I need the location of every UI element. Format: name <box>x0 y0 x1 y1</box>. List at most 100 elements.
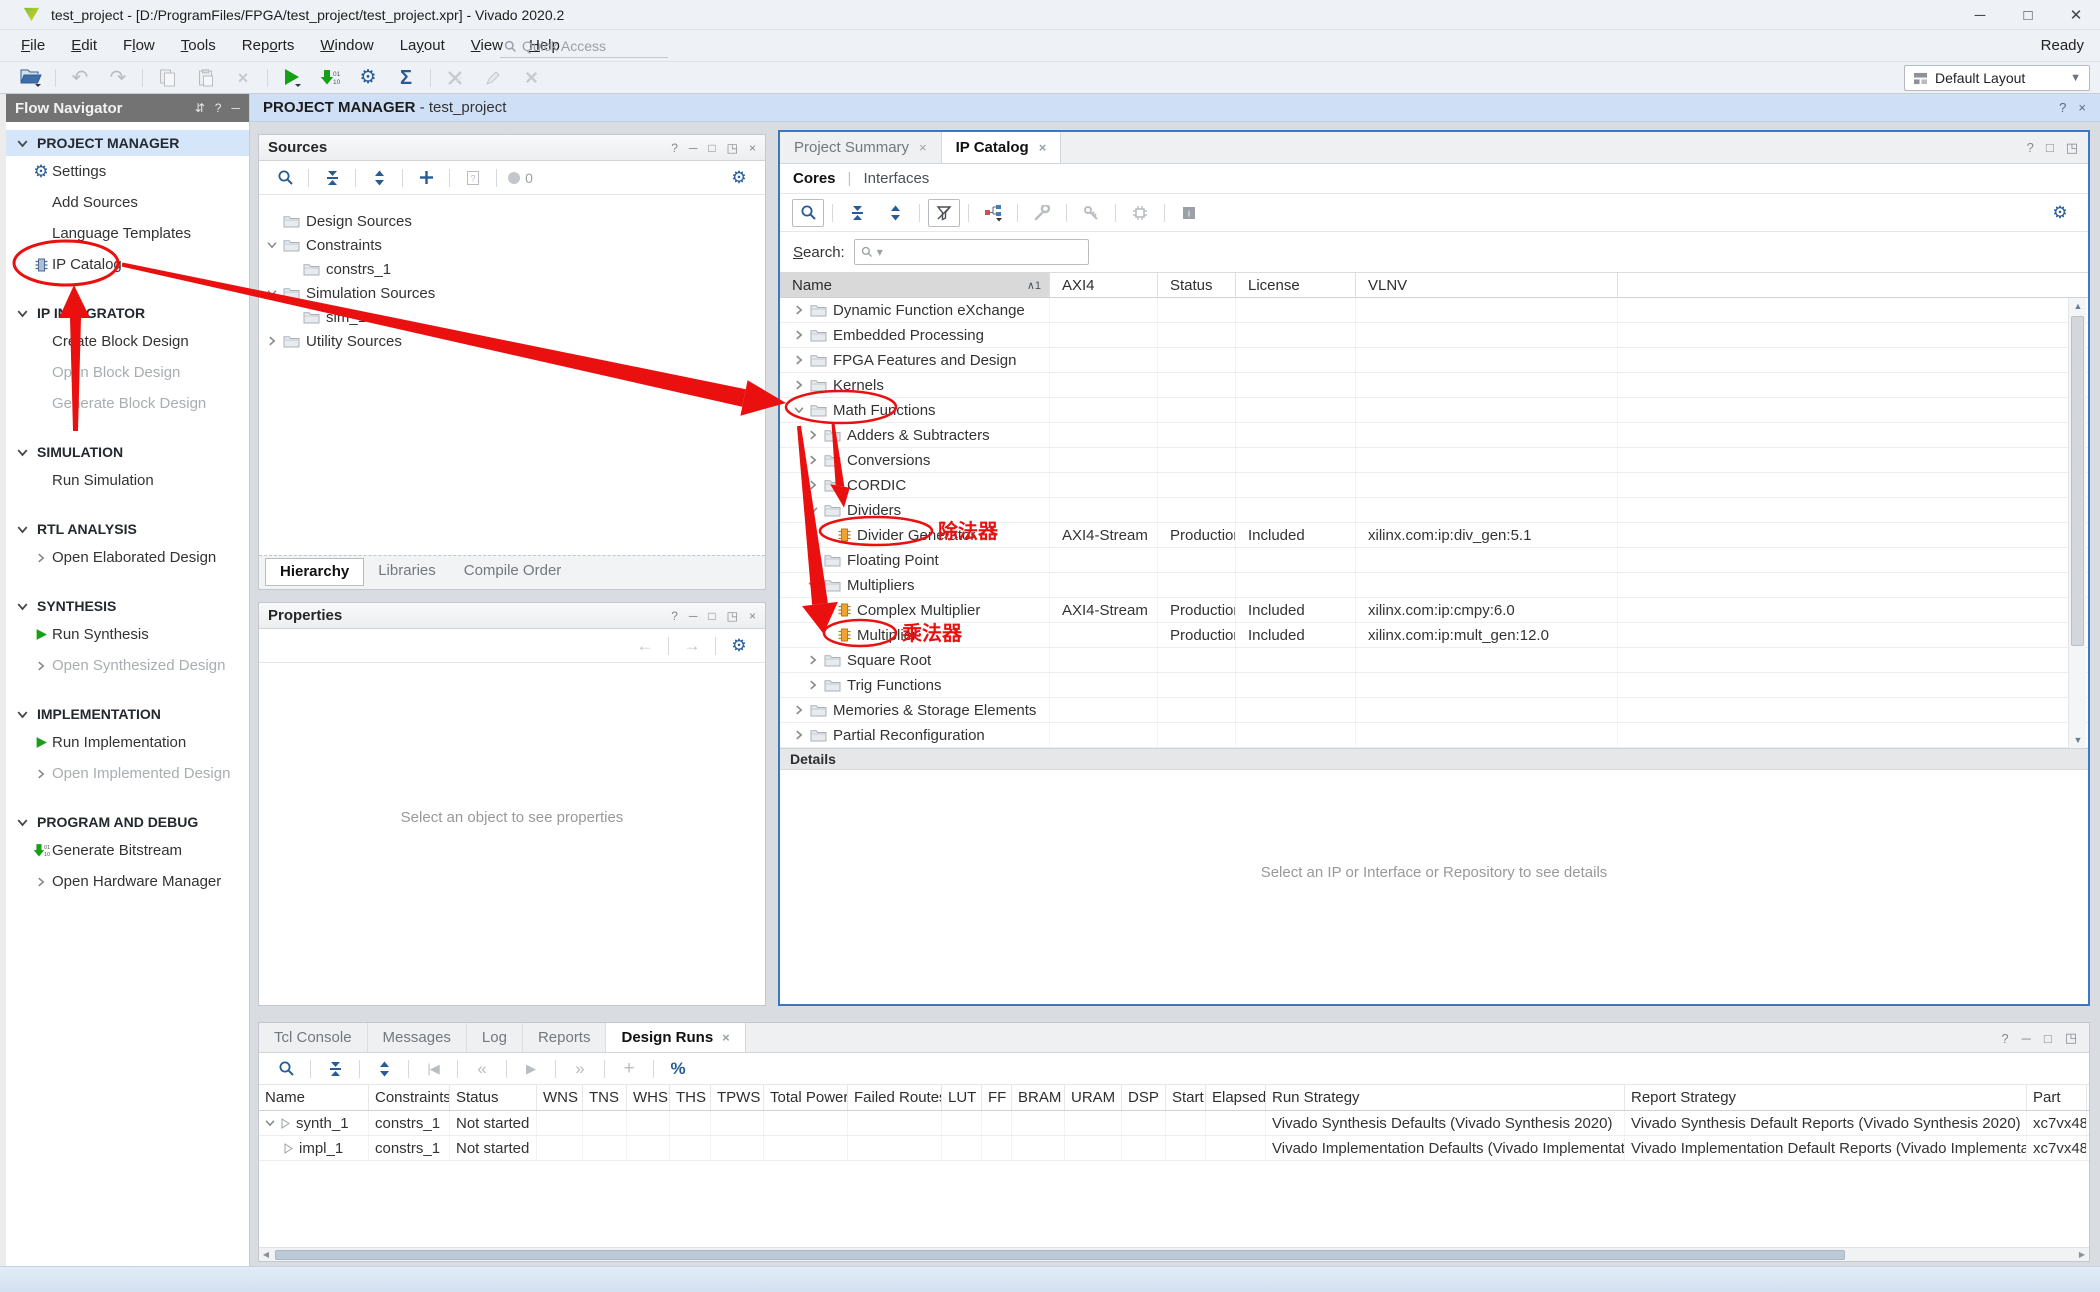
help-icon[interactable]: ? <box>2001 1031 2008 1046</box>
tab-messages[interactable]: Messages <box>368 1023 467 1052</box>
catalog-row-square-root[interactable]: Square Root <box>780 648 2088 673</box>
add-gray-button[interactable]: + <box>613 1055 645 1083</box>
column-header-report-strategy[interactable]: Report Strategy <box>1625 1085 2027 1110</box>
hierarchy-button[interactable] <box>977 199 1009 227</box>
chevron-down-icon[interactable] <box>794 402 804 419</box>
search-button[interactable] <box>792 199 824 227</box>
maximize-panel-icon[interactable]: □ <box>708 141 715 155</box>
column-header-tns[interactable]: TNS <box>583 1085 627 1110</box>
chevron-right-icon[interactable] <box>808 552 818 569</box>
chevron-down-icon[interactable] <box>265 1115 275 1132</box>
tab-hierarchy[interactable]: Hierarchy <box>265 558 364 586</box>
scroll-down-icon[interactable]: ▼ <box>2069 732 2087 748</box>
gear-button[interactable]: ⚙ <box>723 164 755 192</box>
search-button[interactable] <box>269 164 301 192</box>
catalog-row-conversions[interactable]: Conversions <box>780 448 2088 473</box>
close-context-icon[interactable]: × <box>2078 100 2086 115</box>
column-header-wns[interactable]: WNS <box>537 1085 583 1110</box>
pencil-button[interactable] <box>477 64 509 92</box>
badge-dot-button[interactable]: 0 <box>504 164 536 192</box>
chevron-right-icon[interactable] <box>808 477 818 494</box>
sidebar-item-create-block-design[interactable]: Create Block Design <box>6 326 249 357</box>
catalog-row-floating-point[interactable]: Floating Point <box>780 548 2088 573</box>
column-header-status[interactable]: Status <box>1158 273 1236 297</box>
collapse-all-icon[interactable]: ⇵ <box>195 101 205 115</box>
help-icon[interactable]: ? <box>2027 140 2034 155</box>
menu-layout[interactable]: Layout <box>387 30 458 62</box>
sidebar-section-header[interactable]: SYNTHESIS <box>6 593 249 619</box>
source-tree-item-simulation-sources[interactable]: Simulation Sources <box>259 281 765 305</box>
chevron-right-icon[interactable] <box>794 377 804 394</box>
chevron-right-icon[interactable] <box>808 452 818 469</box>
chevron-down-icon[interactable] <box>808 502 818 519</box>
design-run-row-impl_1[interactable]: impl_1constrs_1Not startedVivado Impleme… <box>259 1136 2089 1161</box>
sidebar-item-open-block-design[interactable]: Open Block Design <box>6 357 249 388</box>
close-tab-icon[interactable]: × <box>1039 140 1047 155</box>
sidebar-section-header[interactable]: PROJECT MANAGER <box>6 130 249 156</box>
forward-arrow-icon[interactable]: → <box>676 632 708 660</box>
column-header-run-strategy[interactable]: Run Strategy <box>1266 1085 1625 1110</box>
column-header-failed-routes[interactable]: Failed Routes <box>848 1085 942 1110</box>
menu-flow[interactable]: Flow <box>110 30 168 62</box>
add-button[interactable] <box>410 164 442 192</box>
scroll-up-icon[interactable]: ▲ <box>2069 298 2087 314</box>
sidebar-item-run-implementation[interactable]: Run Implementation <box>6 727 249 758</box>
wrench-button[interactable] <box>1026 199 1058 227</box>
paste-button[interactable] <box>189 64 221 92</box>
minimize-icon[interactable]: ─ <box>1956 0 2004 30</box>
close-tab-icon[interactable]: × <box>919 140 927 155</box>
copy-button[interactable] <box>151 64 183 92</box>
catalog-search-input[interactable] <box>887 241 1088 263</box>
source-tree-item-sim_1[interactable]: sim_1 <box>259 305 765 329</box>
help-icon[interactable]: ? <box>215 101 222 115</box>
step-next-button[interactable]: ▶ <box>515 1055 547 1083</box>
catalog-row-multiplier[interactable]: MultiplierProductionIncludedxilinx.com:i… <box>780 623 2088 648</box>
float-panel-icon[interactable]: ◳ <box>2066 140 2078 156</box>
maximize-panel-icon[interactable]: □ <box>708 609 715 623</box>
catalog-row-trig-functions[interactable]: Trig Functions <box>780 673 2088 698</box>
collapse-all-button[interactable] <box>316 164 348 192</box>
catalog-row-divider-generator[interactable]: Divider GeneratorAXI4-StreamProductionIn… <box>780 523 2088 548</box>
float-panel-icon[interactable]: ◳ <box>727 141 738 155</box>
collapse-all-button[interactable] <box>319 1055 351 1083</box>
menu-file[interactable]: File <box>8 30 58 62</box>
maximize-icon[interactable]: □ <box>2004 0 2052 30</box>
catalog-search-box[interactable]: ▾ <box>854 239 1089 265</box>
sidebar-item-generate-bitstream[interactable]: 0110Generate Bitstream <box>6 835 249 866</box>
sidebar-item-open-implemented-design[interactable]: Open Implemented Design <box>6 758 249 789</box>
help-icon[interactable]: ? <box>671 141 678 155</box>
source-tree-item-design-sources[interactable]: Design Sources <box>259 209 765 233</box>
key-button[interactable] <box>1075 199 1107 227</box>
catalog-row-kernels[interactable]: Kernels <box>780 373 2088 398</box>
close-icon[interactable]: ✕ <box>2052 0 2100 30</box>
help-icon[interactable]: ? <box>671 609 678 623</box>
close-panel-icon[interactable]: × <box>749 141 756 155</box>
tab-log[interactable]: Log <box>467 1023 523 1052</box>
chevron-right-icon[interactable] <box>794 727 804 744</box>
column-header-ths[interactable]: THS <box>670 1085 711 1110</box>
open-project-button[interactable] <box>15 64 47 92</box>
catalog-row-complex-multiplier[interactable]: Complex MultiplierAXI4-StreamProductionI… <box>780 598 2088 623</box>
close-tab-icon[interactable]: × <box>722 1030 730 1045</box>
quick-access-search[interactable]: Quick Access <box>500 35 668 58</box>
source-tree-item-constrs_1[interactable]: constrs_1 <box>259 257 765 281</box>
sidebar-section-header[interactable]: RTL ANALYSIS <box>6 516 249 542</box>
minimize-panel-icon[interactable]: ─ <box>2022 1031 2031 1046</box>
sidebar-item-run-synthesis[interactable]: Run Synthesis <box>6 619 249 650</box>
gear-button[interactable]: ⚙ <box>2044 199 2076 227</box>
help-icon[interactable]: ? <box>2059 100 2066 115</box>
tab-libraries[interactable]: Libraries <box>364 558 450 586</box>
report-sigma-button[interactable]: Σ <box>390 64 422 92</box>
catalog-row-memories-storage-elements[interactable]: Memories & Storage Elements <box>780 698 2088 723</box>
source-tree-item-constraints[interactable]: Constraints <box>259 233 765 257</box>
scroll-left-icon[interactable]: ◀ <box>259 1250 273 1259</box>
float-panel-icon[interactable]: ◳ <box>2065 1030 2077 1046</box>
tab-ip-catalog[interactable]: IP Catalog× <box>942 132 1062 163</box>
subtab-cores[interactable]: Cores <box>793 170 836 187</box>
tab-design-runs[interactable]: Design Runs× <box>606 1023 745 1052</box>
sidebar-item-add-sources[interactable]: Add Sources <box>6 187 249 218</box>
column-header-part[interactable]: Part <box>2027 1085 2087 1110</box>
catalog-row-cordic[interactable]: CORDIC <box>780 473 2088 498</box>
catalog-row-math-functions[interactable]: Math Functions <box>780 398 2088 423</box>
column-header-tpws[interactable]: TPWS <box>711 1085 764 1110</box>
